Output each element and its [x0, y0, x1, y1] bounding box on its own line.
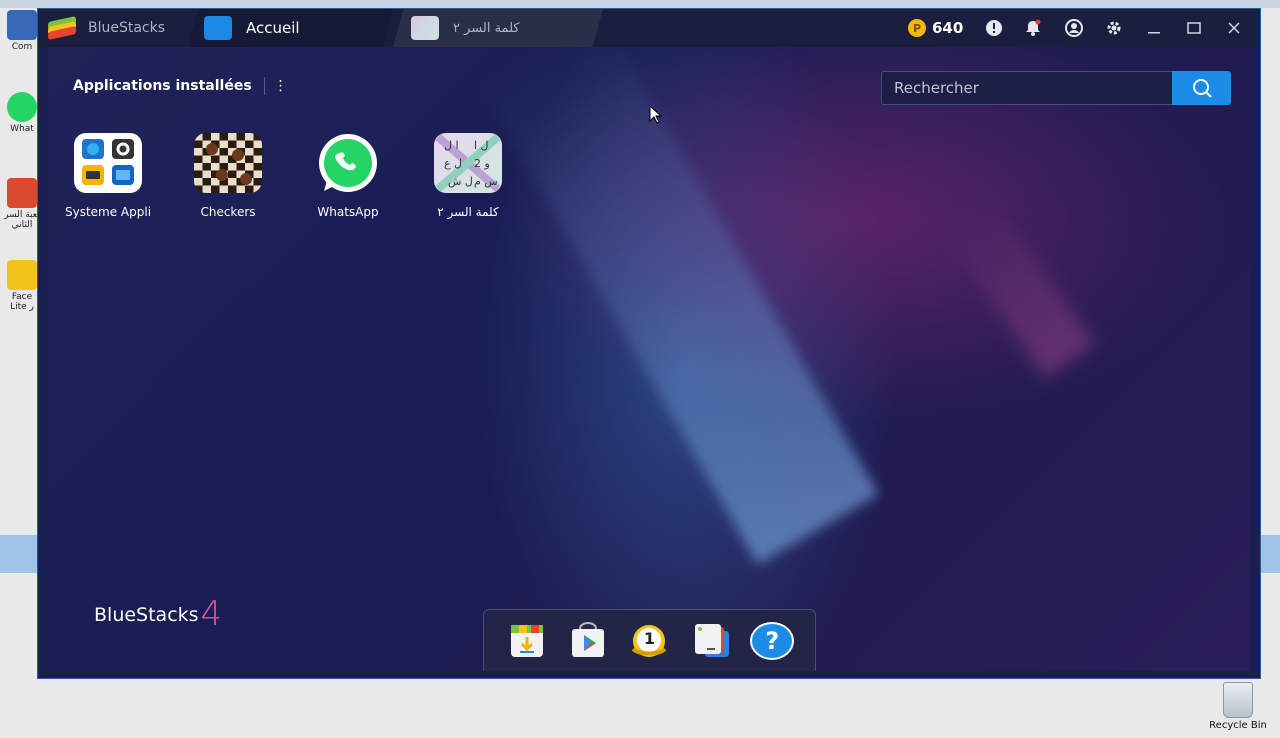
whatsapp-icon	[314, 133, 382, 193]
desktop-icon-facebook-lite[interactable]: Face Lite ر	[4, 260, 40, 312]
desktop-icon-label: لعبة السر الثاني	[4, 210, 40, 230]
app-systeme-appli[interactable]: Systeme Appli	[53, 133, 163, 219]
app-word-game[interactable]: ا ل ل ا ل ع 2 و ل ش س م كلمة السر ٢	[413, 133, 523, 219]
search-button[interactable]	[1172, 71, 1231, 105]
dock-rank-badge[interactable]: 1	[626, 620, 672, 662]
app-center-icon	[510, 624, 543, 657]
home-screen: Applications installées ⋮ Rechercher Sys…	[48, 47, 1250, 671]
bell-icon	[1026, 19, 1041, 36]
alert-icon	[986, 20, 1002, 36]
search-icon	[1192, 79, 1212, 98]
section-title: Applications installées	[73, 78, 252, 94]
bluestacks-window: BlueStacks Accueil كلمة السر ٢ P 640 App…	[37, 8, 1261, 679]
search-bar	[881, 71, 1231, 105]
wallpaper-light-ray	[477, 47, 879, 565]
recycle-bin-icon	[1223, 682, 1253, 718]
coin-count: 640	[932, 19, 964, 37]
tab-label: كلمة السر ٢	[453, 20, 520, 36]
account-button[interactable]	[1064, 18, 1084, 38]
tab-label: Accueil	[246, 19, 300, 37]
help-glyph: ?	[765, 626, 780, 655]
minimize-button[interactable]	[1144, 18, 1164, 38]
bluestacks-shortcut-icon	[7, 260, 37, 290]
coins-display[interactable]: P 640	[908, 9, 963, 47]
close-icon	[1228, 22, 1240, 34]
app-label: WhatsApp	[317, 205, 379, 219]
computer-icon	[7, 10, 37, 40]
settings-button[interactable]	[1104, 18, 1124, 38]
rank-badge-number: 1	[643, 629, 656, 648]
home-icon	[204, 16, 232, 40]
desktop-icon-label: What	[10, 124, 34, 134]
alert-button[interactable]	[984, 18, 1004, 38]
svg-text:2 و: 2 و	[474, 157, 490, 170]
maximize-button[interactable]	[1184, 18, 1204, 38]
dock-help[interactable]: ?	[749, 620, 795, 662]
account-icon	[1065, 19, 1083, 37]
svg-text:ل ا: ل ا	[474, 139, 489, 152]
help-icon: ?	[750, 621, 795, 660]
dock-multi-instance[interactable]	[688, 620, 734, 662]
dock-play-store[interactable]	[565, 620, 611, 662]
coin-icon: P	[908, 19, 926, 37]
installed-apps-header: Applications installées ⋮	[73, 77, 288, 95]
checkers-icon	[194, 133, 262, 193]
whatsapp-icon	[7, 92, 37, 122]
desktop-icon-label: Com	[11, 42, 33, 52]
app-checkers[interactable]: Checkers	[173, 133, 283, 219]
more-options-icon[interactable]: ⋮	[274, 78, 288, 94]
multi-instance-icon	[694, 623, 729, 657]
close-button[interactable]	[1224, 18, 1244, 38]
tab-accueil[interactable]: Accueil	[188, 9, 393, 47]
logo-version: 4	[200, 594, 223, 634]
title-bar: BlueStacks Accueil كلمة السر ٢ P 640	[38, 9, 1260, 47]
svg-text:ل ش: ل ش	[448, 175, 473, 188]
search-input[interactable]	[881, 71, 1172, 105]
bluestacks-logo-icon	[48, 16, 76, 40]
header-divider	[263, 77, 265, 95]
wallpaper-light-ray	[941, 196, 1095, 378]
desktop-icon-whatsapp[interactable]: What	[4, 92, 40, 134]
brand-label: BlueStacks	[88, 20, 166, 36]
recycle-bin-label: Recycle Bin	[1209, 720, 1267, 731]
svg-text:ا ل: ا ل	[444, 139, 459, 152]
minimize-icon	[1148, 32, 1160, 34]
svg-text:ل ع: ل ع	[444, 157, 462, 170]
bluestacks-brand: BlueStacks	[38, 9, 188, 47]
notifications-button[interactable]	[1023, 18, 1043, 38]
app-label: Systeme Appli	[64, 205, 152, 219]
dock-app-center[interactable]	[504, 620, 550, 662]
word-game-icon	[411, 16, 439, 40]
app-label: Checkers	[200, 205, 256, 219]
settings-icon	[74, 133, 142, 193]
maximize-icon	[1187, 22, 1201, 34]
app-dock: 1 ?	[483, 609, 816, 671]
desktop-icon-recycle-bin[interactable]: Recycle Bin	[1203, 682, 1273, 731]
desktop-icon-computer[interactable]: Com	[4, 10, 40, 52]
gear-icon	[1107, 21, 1121, 35]
mouse-cursor-icon	[649, 105, 663, 124]
app-whatsapp[interactable]: WhatsApp	[293, 133, 403, 219]
word-game-icon: ا ل ل ا ل ع 2 و ل ش س م	[434, 133, 502, 193]
desktop-icon-label: Face Lite ر	[10, 292, 34, 312]
bluestacks-4-logo: BlueStacks4	[94, 594, 222, 634]
play-store-icon	[572, 621, 605, 657]
desktop-icon-game[interactable]: لعبة السر الثاني	[4, 178, 40, 230]
tab-game[interactable]: كلمة السر ٢	[393, 9, 603, 47]
desktop-top-strip	[0, 0, 1280, 8]
game-shortcut-icon	[7, 178, 37, 208]
svg-text:س م: س م	[474, 175, 498, 188]
logo-text: BlueStacks	[94, 604, 199, 626]
app-label: كلمة السر ٢	[437, 205, 499, 219]
